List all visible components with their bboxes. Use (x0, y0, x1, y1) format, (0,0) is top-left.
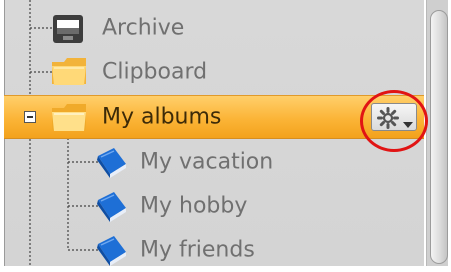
blue-book-icon (92, 190, 128, 228)
tree-item-label: My albums (102, 104, 222, 130)
collapse-toggle[interactable] (24, 111, 36, 123)
tree-item-label: My friends (140, 237, 255, 263)
tree-panel-frame: Archive Clipboard My albums My vacation … (0, 0, 451, 268)
tree-item-my-friends[interactable]: My friends (4, 228, 424, 272)
tree-item-clipboard[interactable]: Clipboard (4, 50, 424, 94)
folder-icon (50, 54, 88, 92)
blue-book-icon (92, 146, 128, 184)
tree-item-archive[interactable]: Archive (4, 6, 424, 50)
tree-item-my-vacation[interactable]: My vacation (4, 140, 424, 184)
tree-item-label: My vacation (140, 149, 274, 175)
folder-icon (50, 100, 88, 138)
tree-item-label: Clipboard (102, 59, 208, 85)
tree-item-my-hobby[interactable]: My hobby (4, 184, 424, 228)
tree-item-label: Archive (102, 15, 185, 41)
archive-box-icon (52, 14, 84, 48)
blue-book-icon (92, 234, 128, 272)
tree-item-label: My hobby (140, 193, 248, 219)
